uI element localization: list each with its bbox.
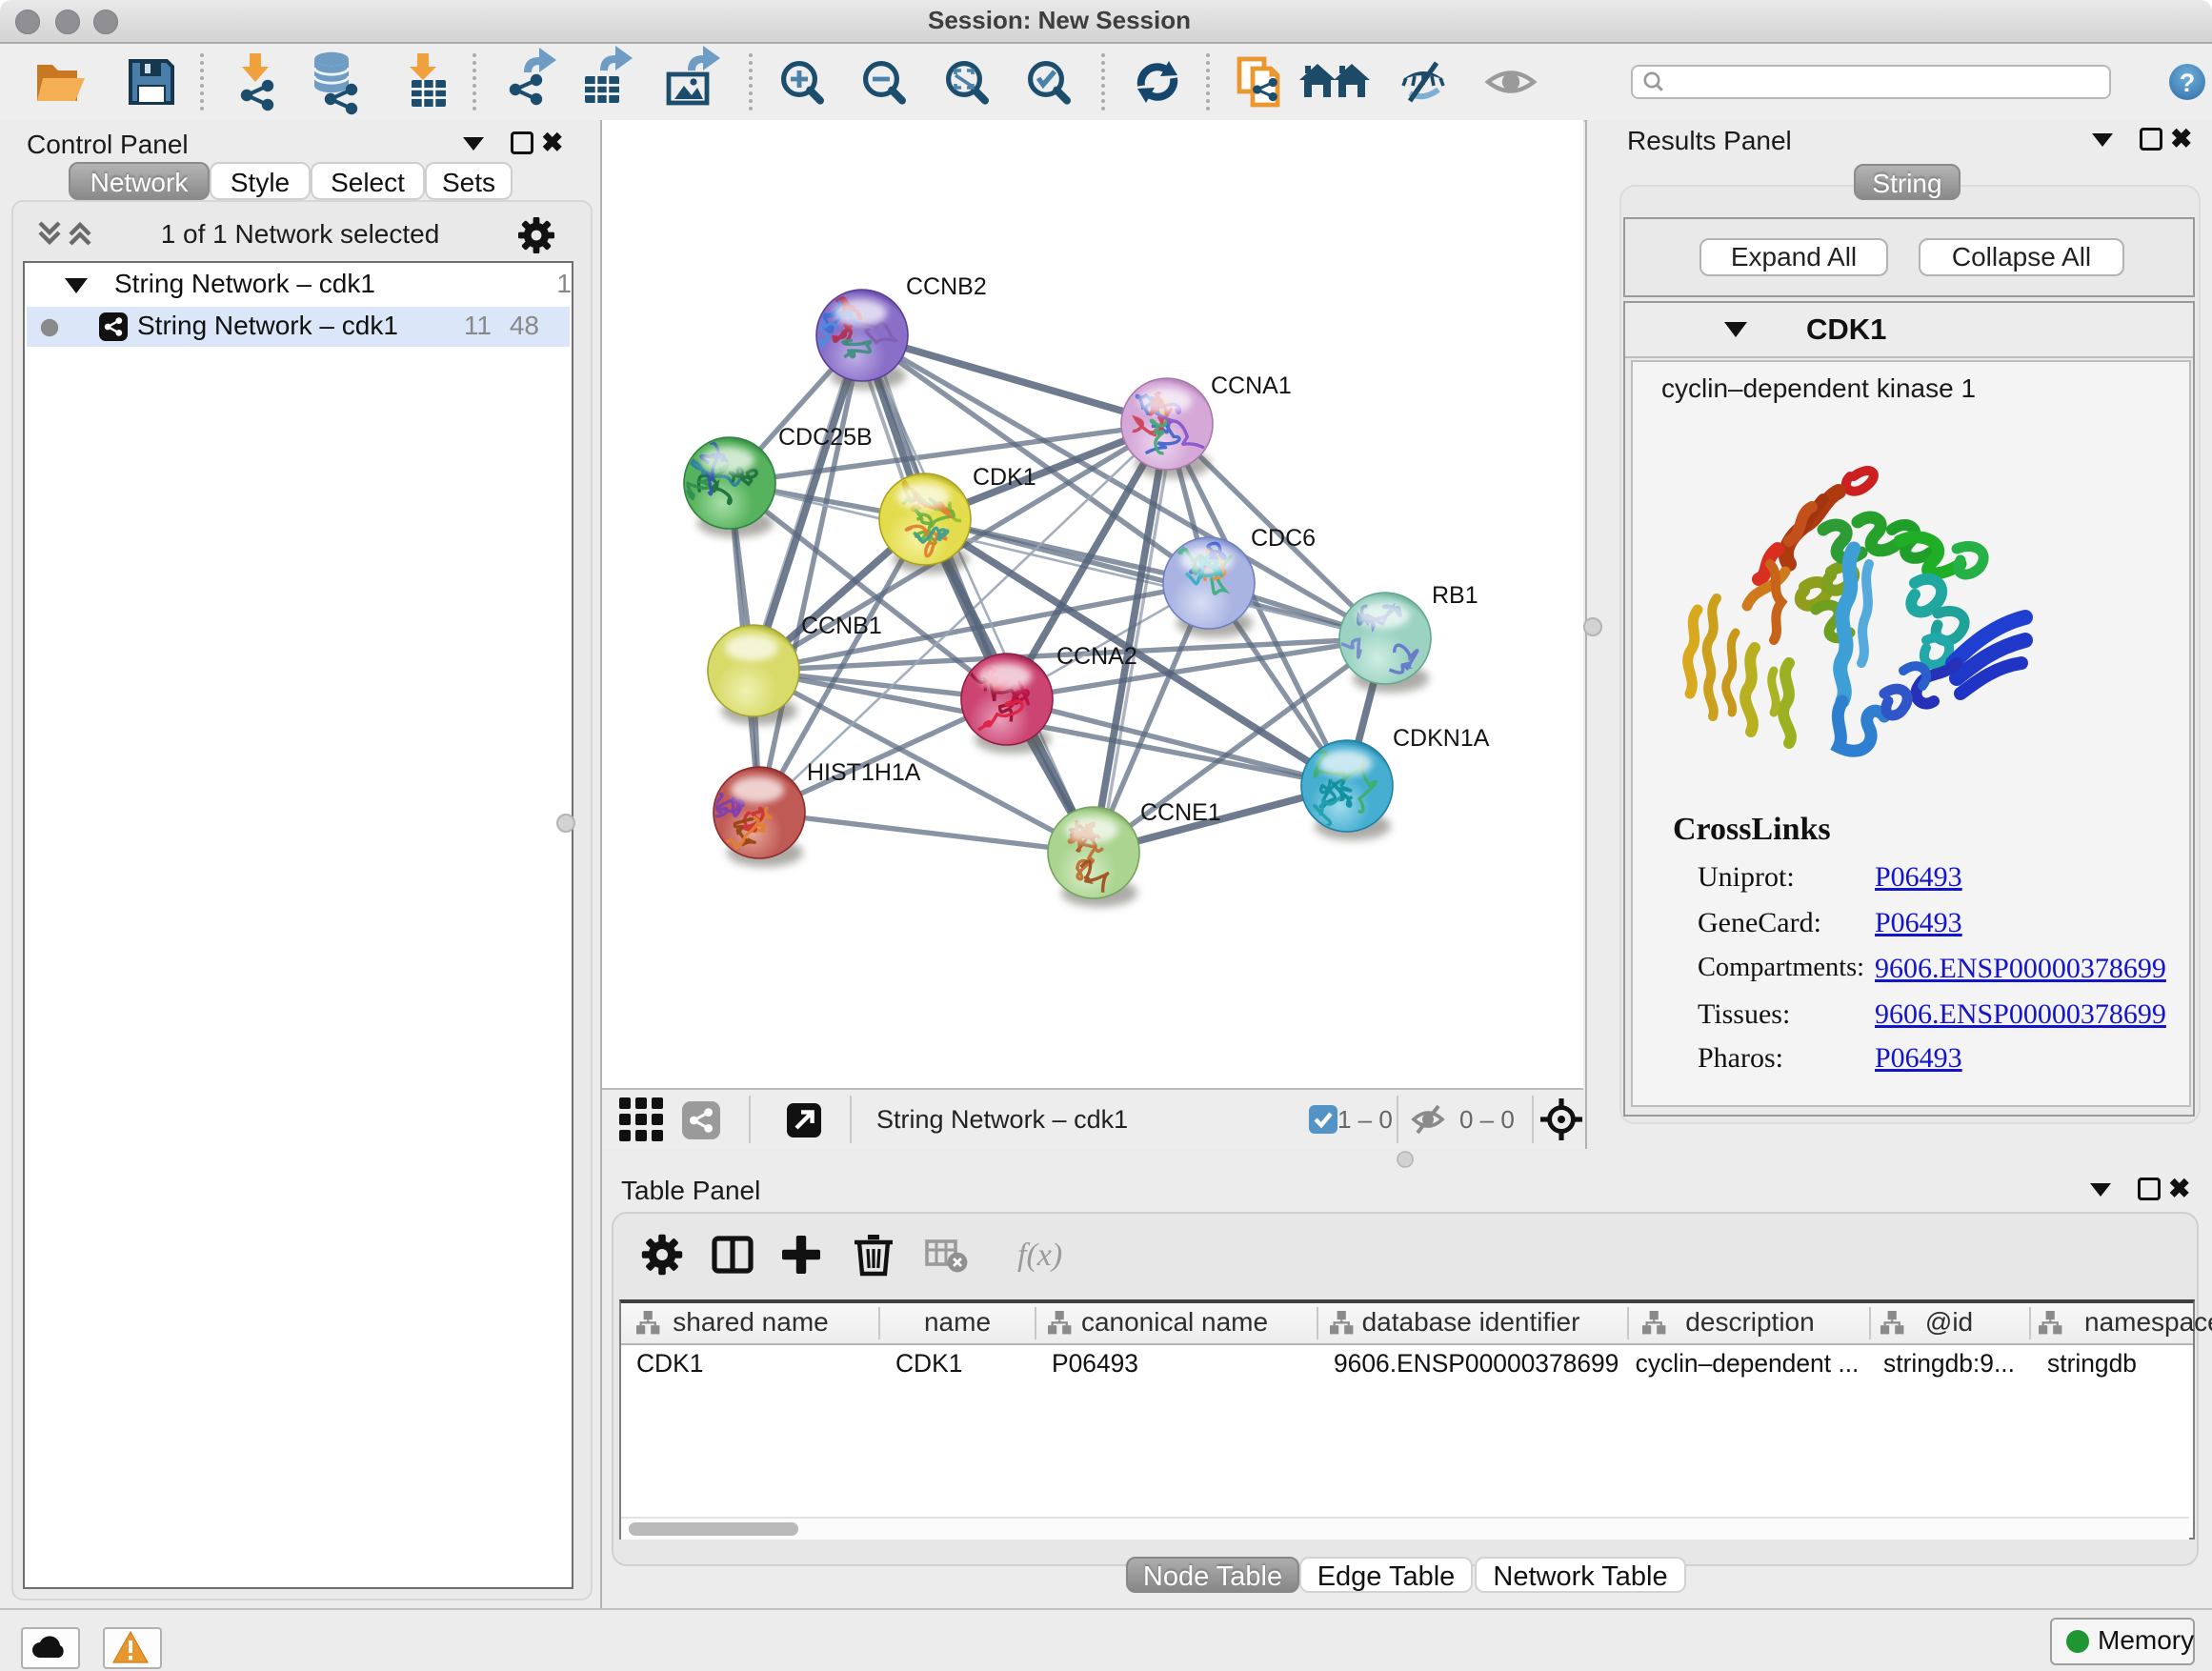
svg-text:CCNE1: CCNE1 [1140, 799, 1221, 826]
svg-text:CDKN1A: CDKN1A [1393, 725, 1490, 752]
svg-text:HIST1H1A: HIST1H1A [807, 759, 921, 786]
svg-text:CDC6: CDC6 [1251, 525, 1316, 552]
svg-text:CCNA1: CCNA1 [1211, 372, 1292, 399]
svg-text:CCNB2: CCNB2 [906, 273, 987, 300]
svg-text:CCNB1: CCNB1 [801, 613, 882, 639]
svg-text:f(x): f(x) [1017, 1238, 1062, 1273]
svg-text:?: ? [2180, 69, 2196, 97]
svg-text:CCNA2: CCNA2 [1056, 643, 1137, 670]
svg-text:RB1: RB1 [1432, 582, 1478, 609]
svg-text:CDC25B: CDC25B [778, 424, 873, 451]
svg-text:CDK1: CDK1 [973, 464, 1036, 491]
